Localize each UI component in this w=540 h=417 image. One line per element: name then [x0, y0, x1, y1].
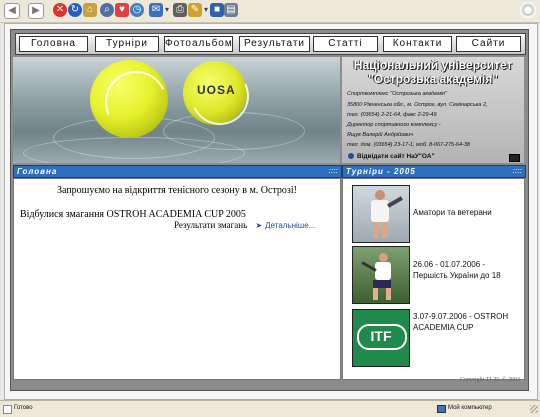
- tournament-item-text[interactable]: 3.07-9.07.2006 - OSTROH ACADEMIA CUP: [413, 311, 517, 333]
- main-content-panel: Запрошуємо на відкриття тенісного сезону…: [13, 178, 341, 380]
- welcome-text: Запрошуємо на відкриття тенісного сезону…: [57, 185, 297, 196]
- info-line: Ящук Валерій Андрійович: [347, 132, 414, 138]
- tournament-photo[interactable]: [352, 185, 410, 243]
- discuss-icon[interactable]: ■: [210, 3, 224, 17]
- browser-status-bar: Готово Мой компьютер: [0, 400, 540, 417]
- refresh-icon[interactable]: ↻: [68, 3, 82, 17]
- browser-throbber-icon: [519, 1, 537, 19]
- mail-icon[interactable]: [509, 154, 520, 162]
- info-line: тел. (03654) 2-21-64, факс 2-29-49: [347, 112, 437, 118]
- header-dots-decoration: ::::: [512, 168, 522, 175]
- info-line: Директор спортивного комплексу -: [347, 122, 441, 128]
- info-line: 35800 Рівненська обл., м. Острог, вул. С…: [347, 102, 488, 108]
- print-icon[interactable]: ⎙: [173, 3, 187, 17]
- nav-tournaments[interactable]: Турніри: [95, 36, 159, 52]
- favorites-icon[interactable]: ♥: [115, 3, 129, 17]
- more-link[interactable]: ➤ Детальніше...: [255, 221, 315, 230]
- tournament-item-text[interactable]: 26.06 - 01.07.2006 - Першість України до…: [413, 259, 517, 281]
- info-line: Спорткомплекс "Острозька академія": [347, 91, 447, 97]
- contact-info-block: Національний університет "Острозька акад…: [342, 57, 524, 163]
- visit-university-site-link[interactable]: Відвідати сайт НаУ"ОА": [348, 153, 435, 160]
- resize-grip-icon[interactable]: [530, 405, 538, 413]
- nav-sites[interactable]: Сайти: [456, 36, 521, 52]
- home-icon[interactable]: ⌂: [83, 3, 97, 17]
- main-section-header: Головна ::::: [13, 165, 342, 178]
- edit-icon[interactable]: ✎: [188, 3, 202, 17]
- messenger-icon[interactable]: ▤: [224, 3, 238, 17]
- nav-home[interactable]: Головна: [19, 36, 88, 52]
- globe-icon: [348, 153, 354, 160]
- tournament-item-text[interactable]: Аматори та ветерани: [413, 207, 492, 218]
- history-icon[interactable]: ◷: [130, 3, 144, 17]
- mail-icon[interactable]: ✉: [149, 3, 163, 17]
- search-icon[interactable]: ⌕: [100, 3, 114, 17]
- nav-contacts[interactable]: Контакти: [383, 36, 452, 52]
- news-text: Відбулися змагання OSTROH ACADEMIA CUP 2…: [20, 209, 246, 220]
- tournaments-panel: Аматори та ветерани 26.06 - 01.07.2006 -…: [342, 178, 525, 380]
- edit-dropdown-icon[interactable]: ▾: [202, 3, 210, 17]
- zone-text: Мой компьютер: [448, 405, 492, 411]
- tournament-photo[interactable]: [352, 246, 410, 304]
- web-page: Головна Турніри Фотоальбом Результати Ст…: [4, 23, 538, 400]
- itf-logo-image[interactable]: ITF: [352, 309, 410, 367]
- back-icon[interactable]: ◀: [4, 3, 20, 19]
- status-text: Готово: [14, 405, 33, 411]
- main-nav: Головна Турніри Фотоальбом Результати Ст…: [15, 33, 526, 55]
- ball-logo-text: UOSA: [197, 83, 236, 97]
- nav-photo-album[interactable]: Фотоальбом: [164, 36, 233, 52]
- copyright-text: Copyright TI-ZL © 2004: [459, 377, 520, 383]
- tournaments-section-header: Турніри - 2005 ::::: [342, 165, 526, 178]
- mail-dropdown-icon[interactable]: ▾: [163, 3, 171, 17]
- arrow-right-icon: ➤: [255, 221, 263, 230]
- info-line: тел. дом. (03654) 23-17-1, моб. 8-067-27…: [347, 142, 470, 148]
- forward-icon[interactable]: ▶: [28, 3, 44, 19]
- itf-logo-text: ITF: [370, 328, 392, 344]
- browser-toolbar: ◀ ▶ ✕ ↻ ⌂ ⌕ ♥ ◷ ✉ ▾ ⎙ ✎ ▾ ■ ▤: [0, 0, 540, 23]
- nav-articles[interactable]: Статті: [313, 36, 378, 52]
- hero-tennis-balls-image: UOSA: [13, 57, 340, 163]
- results-row: Результати змагань ➤ Детальніше...: [174, 220, 316, 230]
- university-title: Національний університет "Острозька акад…: [353, 58, 513, 86]
- page-status-icon: [3, 405, 12, 414]
- site-frame: Головна Турніри Фотоальбом Результати Ст…: [10, 29, 529, 391]
- nav-results[interactable]: Результати: [239, 36, 310, 52]
- header-dots-decoration: ::::: [328, 168, 338, 175]
- stop-icon[interactable]: ✕: [53, 3, 67, 17]
- computer-icon: [437, 405, 446, 413]
